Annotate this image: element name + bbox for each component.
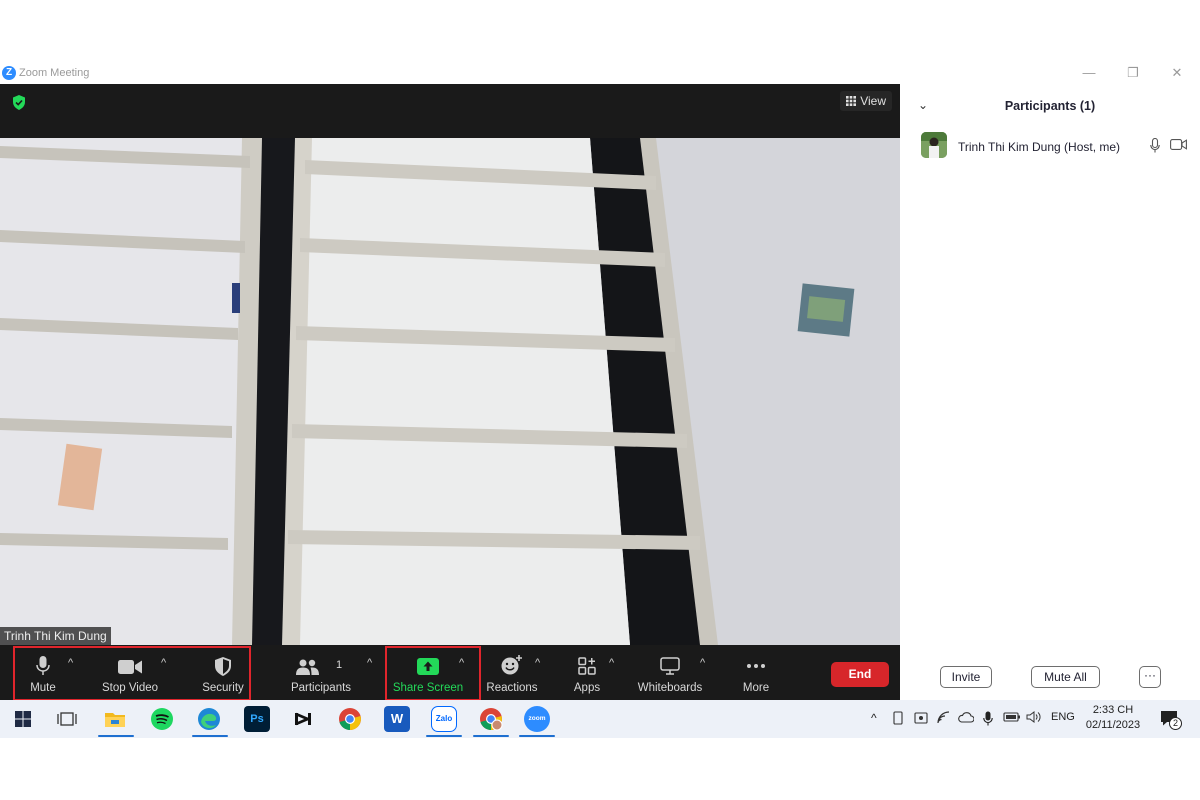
windows-start-icon[interactable] xyxy=(10,706,36,732)
battery-icon[interactable] xyxy=(1003,711,1021,723)
file-explorer-icon[interactable] xyxy=(102,706,128,732)
security-label: Security xyxy=(202,682,244,694)
zalo-active-indicator xyxy=(426,735,462,737)
video-options-caret-icon[interactable]: ^ xyxy=(161,657,166,669)
microphone-icon xyxy=(36,656,50,675)
show-hidden-icons-button[interactable]: ^ xyxy=(871,711,877,725)
share-screen-button[interactable]: Share Screen xyxy=(389,645,467,700)
apps-label: Apps xyxy=(573,682,601,694)
zoom-logo-icon: Z xyxy=(2,66,16,80)
file-explorer-active-indicator xyxy=(98,735,134,737)
clock[interactable]: 2:33 CH 02/11/2023 xyxy=(1083,703,1143,733)
participants-panel-title: Participants (1) xyxy=(1004,99,1096,113)
device-icon[interactable] xyxy=(892,711,904,725)
wifi-icon[interactable] xyxy=(937,711,951,725)
more-dots-icon xyxy=(747,664,765,668)
share-screen-icon xyxy=(417,658,439,675)
capcut-icon[interactable] xyxy=(290,706,316,732)
audio-options-caret-icon[interactable]: ^ xyxy=(68,657,73,669)
participants-icon xyxy=(296,659,319,675)
zoom-icon[interactable]: zoom xyxy=(524,706,550,732)
whiteboards-options-caret-icon[interactable]: ^ xyxy=(700,657,705,669)
reactions-smiley-icon xyxy=(501,655,522,675)
mute-all-button[interactable]: Mute All xyxy=(1031,666,1100,688)
share-options-caret-icon[interactable]: ^ xyxy=(459,657,464,669)
close-button[interactable]: ✕ xyxy=(1162,64,1192,82)
edge-active-indicator xyxy=(192,735,228,737)
window-title: Zoom Meeting xyxy=(19,67,90,79)
apps-icon xyxy=(578,657,596,675)
participant-name-tag: Trinh Thi Kim Dung xyxy=(0,627,111,645)
input-language-indicator[interactable]: ENG xyxy=(1051,711,1075,723)
more-label: More xyxy=(742,682,770,694)
participants-count: 1 xyxy=(336,659,343,671)
zalo-icon[interactable]: Zalo xyxy=(431,706,457,732)
word-icon[interactable]: W xyxy=(384,706,410,732)
whiteboards-button[interactable]: Whiteboards xyxy=(634,645,706,700)
photoshop-icon[interactable]: Ps xyxy=(244,706,270,732)
encryption-shield-icon[interactable] xyxy=(12,95,26,110)
security-button[interactable]: Security xyxy=(196,645,250,700)
stop-video-button[interactable]: Stop Video xyxy=(96,645,164,700)
more-button[interactable]: More xyxy=(736,645,776,700)
whiteboard-icon xyxy=(660,657,680,675)
clock-date: 02/11/2023 xyxy=(1085,719,1141,731)
stop-video-label: Stop Video xyxy=(101,682,159,694)
microphone-in-use-icon[interactable] xyxy=(983,711,993,726)
view-label: View xyxy=(860,94,886,108)
shield-icon xyxy=(215,657,231,676)
volume-icon[interactable] xyxy=(1026,711,1041,723)
video-camera-icon xyxy=(118,660,142,674)
mute-button[interactable]: Mute xyxy=(18,645,68,700)
video-camera-icon[interactable] xyxy=(1170,139,1187,150)
chrome-profile-icon[interactable] xyxy=(478,706,504,732)
chrome-profile-active-indicator xyxy=(473,735,509,737)
invite-button[interactable]: Invite xyxy=(940,666,992,688)
end-meeting-button[interactable]: End xyxy=(831,662,889,687)
spotify-icon[interactable] xyxy=(149,706,175,732)
window-titlebar: Z Zoom Meeting — ❐ ✕ xyxy=(0,62,1200,84)
screen-capture-icon[interactable] xyxy=(914,711,928,725)
participants-panel: ⌄ Participants (1) Trinh Thi Kim Dung (H… xyxy=(900,84,1200,700)
notification-center-button[interactable]: 2 xyxy=(1160,710,1182,735)
participants-label: Participants xyxy=(290,682,352,694)
edge-icon[interactable] xyxy=(196,706,222,732)
view-button[interactable]: View xyxy=(840,91,892,111)
screenshot: Z Zoom Meeting — ❐ ✕ View Trinh Thi Kim … xyxy=(0,0,1200,800)
reactions-options-caret-icon[interactable]: ^ xyxy=(535,657,540,669)
share-screen-label: Share Screen xyxy=(392,682,464,694)
clock-time: 2:33 CH xyxy=(1092,704,1134,716)
apps-button[interactable]: Apps xyxy=(564,645,610,700)
windows-taskbar: Ps W Zalo zoom ^ ENG 2:33 CH 02/11/2023 … xyxy=(0,700,1200,738)
apps-options-caret-icon[interactable]: ^ xyxy=(609,657,614,669)
video-feed: Trinh Thi Kim Dung xyxy=(0,138,900,645)
notification-count-badge: 2 xyxy=(1169,717,1182,730)
chrome-icon[interactable] xyxy=(337,706,363,732)
reactions-button[interactable]: Reactions xyxy=(482,645,542,700)
participants-button[interactable]: 1 Participants xyxy=(284,645,358,700)
meeting-area: View Trinh Thi Kim Dung Mute ^ Stop Vide… xyxy=(0,84,900,701)
avatar xyxy=(921,132,947,158)
whiteboards-label: Whiteboards xyxy=(637,682,703,694)
mute-label: Mute xyxy=(30,682,56,694)
more-options-button[interactable]: ··· xyxy=(1139,666,1161,688)
restore-button[interactable]: ❐ xyxy=(1118,64,1148,82)
participant-row[interactable]: Trinh Thi Kim Dung (Host, me) xyxy=(900,132,1200,162)
minimize-button[interactable]: — xyxy=(1074,64,1104,82)
reactions-label: Reactions xyxy=(486,682,538,694)
task-view-icon[interactable] xyxy=(54,706,80,732)
grid-icon xyxy=(846,96,857,106)
camera-image xyxy=(0,138,900,645)
meeting-toolbar: Mute ^ Stop Video ^ Security 1 Participa… xyxy=(0,645,900,701)
participant-name: Trinh Thi Kim Dung (Host, me) xyxy=(958,140,1121,154)
onedrive-cloud-icon[interactable] xyxy=(958,711,974,723)
participants-options-caret-icon[interactable]: ^ xyxy=(367,657,372,669)
zoom-active-indicator xyxy=(519,735,555,737)
microphone-icon[interactable] xyxy=(1150,138,1160,153)
